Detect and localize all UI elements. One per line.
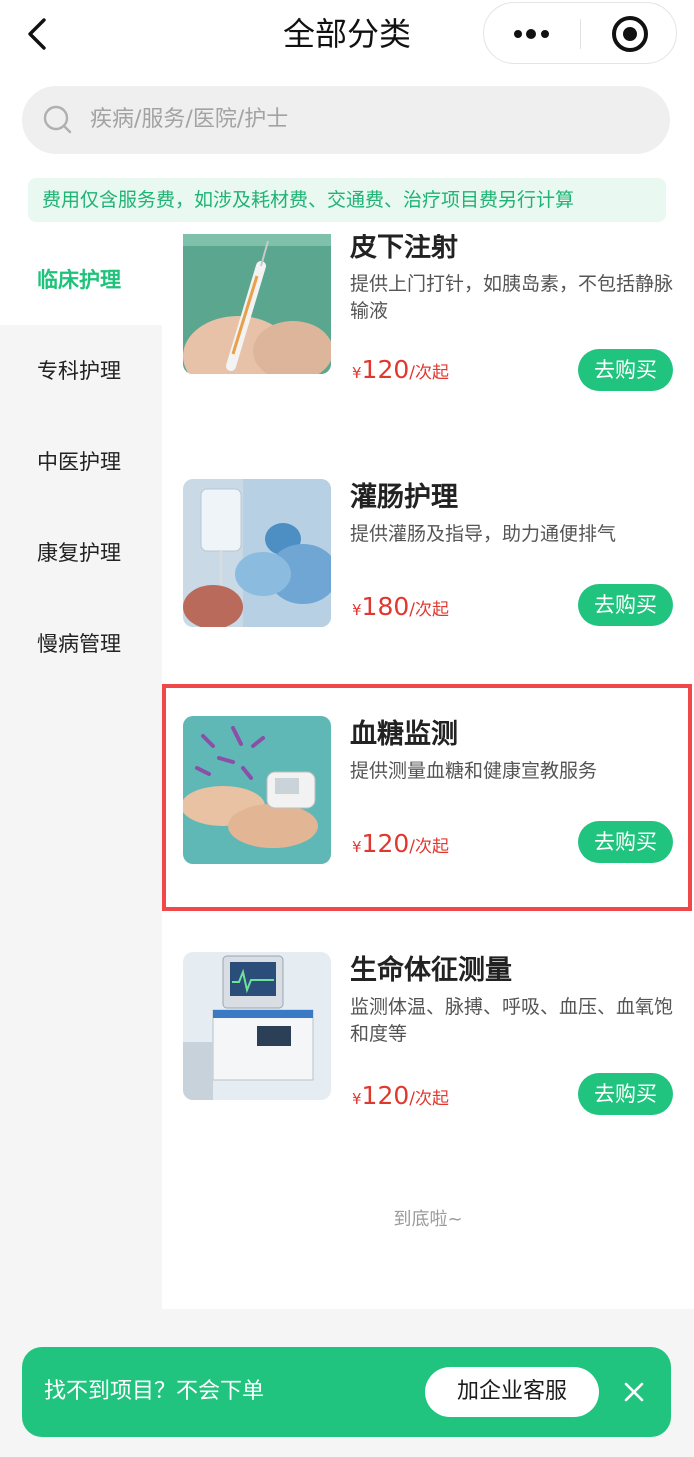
price-unit: /次起 [409, 600, 449, 620]
service-list: 皮下注射 提供上门打针，如胰岛素，不包括静脉输液 ¥120/次起 去购买 灌肠护… [162, 234, 694, 1309]
syringe-photo-icon [183, 234, 331, 374]
vital-monitor-photo-icon [183, 952, 331, 1100]
top-nav-bar: 全部分类 [0, 0, 694, 70]
service-price: ¥120/次起 [352, 828, 449, 863]
iv-drip-photo-icon [183, 479, 331, 627]
price-value: 180 [361, 592, 410, 621]
buy-button[interactable]: 去购买 [578, 584, 673, 626]
sidebar-item-label: 专科护理 [37, 359, 121, 383]
price-unit: /次起 [409, 363, 449, 383]
sidebar-item-label: 慢病管理 [37, 632, 121, 656]
price-currency: ¥ [352, 1090, 362, 1108]
buy-button[interactable]: 去购买 [578, 349, 673, 391]
customer-service-banner: 找不到项目？不会下单 加企业客服 [22, 1347, 671, 1437]
search-icon [43, 105, 72, 134]
sidebar-item-chronic-care[interactable]: 慢病管理 [0, 598, 162, 689]
glucose-meter-photo-icon [183, 716, 331, 864]
target-icon [623, 27, 637, 41]
capsule-divider [580, 19, 581, 49]
list-item[interactable]: 皮下注射 提供上门打针，如胰岛素，不包括静脉输液 ¥120/次起 去购买 [162, 234, 694, 404]
price-currency: ¥ [352, 364, 362, 382]
price-value: 120 [361, 355, 410, 384]
fee-notice-banner: 费用仅含服务费，如涉及耗材费、交通费、治疗项目费另行计算 [28, 178, 666, 222]
service-title: 生命体征测量 [350, 955, 512, 986]
sidebar-item-rehab-nursing[interactable]: 康复护理 [0, 507, 162, 598]
service-description: 提供测量血糖和健康宣教服务 [350, 760, 598, 782]
list-item[interactable]: 生命体征测量 监测体温、脉搏、呼吸、血压、血氧饱和度等 ¥120/次起 去购买 [162, 943, 694, 1115]
banner-text: 找不到项目？不会下单 [44, 1379, 265, 1404]
price-unit: /次起 [409, 1089, 449, 1109]
buy-button[interactable]: 去购买 [578, 1073, 673, 1115]
more-dots-icon-right [541, 30, 549, 38]
sidebar-item-tcm-nursing[interactable]: 中医护理 [0, 416, 162, 507]
fee-notice-text: 费用仅含服务费，如涉及耗材费、交通费、治疗项目费另行计算 [42, 189, 575, 211]
price-value: 120 [361, 829, 410, 858]
sidebar-item-label: 康复护理 [37, 541, 121, 565]
app-root: 全部分类 疾病/服务/医院/护士 费用仅含服务费，如涉及耗材费、交通费、治疗项目… [0, 0, 694, 1457]
add-customer-service-button[interactable]: 加企业客服 [425, 1367, 599, 1417]
more-dots-icon-center [526, 29, 536, 39]
price-value: 120 [361, 1081, 410, 1110]
miniprogram-capsule [483, 2, 677, 64]
list-item[interactable]: 血糖监测 提供测量血糖和健康宣教服务 ¥120/次起 去购买 [162, 707, 694, 877]
close-icon[interactable] [620, 1378, 648, 1406]
search-input[interactable]: 疾病/服务/医院/护士 [22, 86, 670, 154]
price-currency: ¥ [352, 838, 362, 856]
search-placeholder: 疾病/服务/医院/护士 [90, 107, 289, 132]
service-title: 灌肠护理 [350, 482, 458, 513]
sidebar-item-specialty-nursing[interactable]: 专科护理 [0, 325, 162, 416]
service-title: 皮下注射 [350, 234, 458, 263]
category-sidebar: 临床护理 专科护理 中医护理 康复护理 慢病管理 [0, 234, 162, 1309]
sidebar-item-label: 中医护理 [37, 450, 121, 474]
service-description: 监测体温、脉搏、呼吸、血压、血氧饱和度等 [350, 996, 674, 1045]
service-price: ¥120/次起 [352, 354, 449, 389]
close-miniprogram-button[interactable] [612, 16, 648, 52]
service-description: 提供灌肠及指导，助力通便排气 [350, 523, 617, 545]
sidebar-item-clinical-nursing[interactable]: 临床护理 [0, 234, 162, 325]
buy-button[interactable]: 去购买 [578, 821, 673, 863]
list-item[interactable]: 灌肠护理 提供灌肠及指导，助力通便排气 ¥180/次起 去购买 [162, 470, 694, 640]
list-end-text: 到底啦~ [393, 1209, 463, 1230]
sidebar-item-label: 临床护理 [37, 268, 121, 292]
service-title: 血糖监测 [350, 719, 458, 750]
price-unit: /次起 [409, 837, 449, 857]
service-description: 提供上门打针，如胰岛素，不包括静脉输液 [350, 273, 674, 322]
service-price: ¥120/次起 [352, 1080, 449, 1115]
more-dots-icon [514, 30, 522, 38]
service-price: ¥180/次起 [352, 591, 449, 626]
price-currency: ¥ [352, 601, 362, 619]
more-button[interactable] [484, 3, 580, 65]
